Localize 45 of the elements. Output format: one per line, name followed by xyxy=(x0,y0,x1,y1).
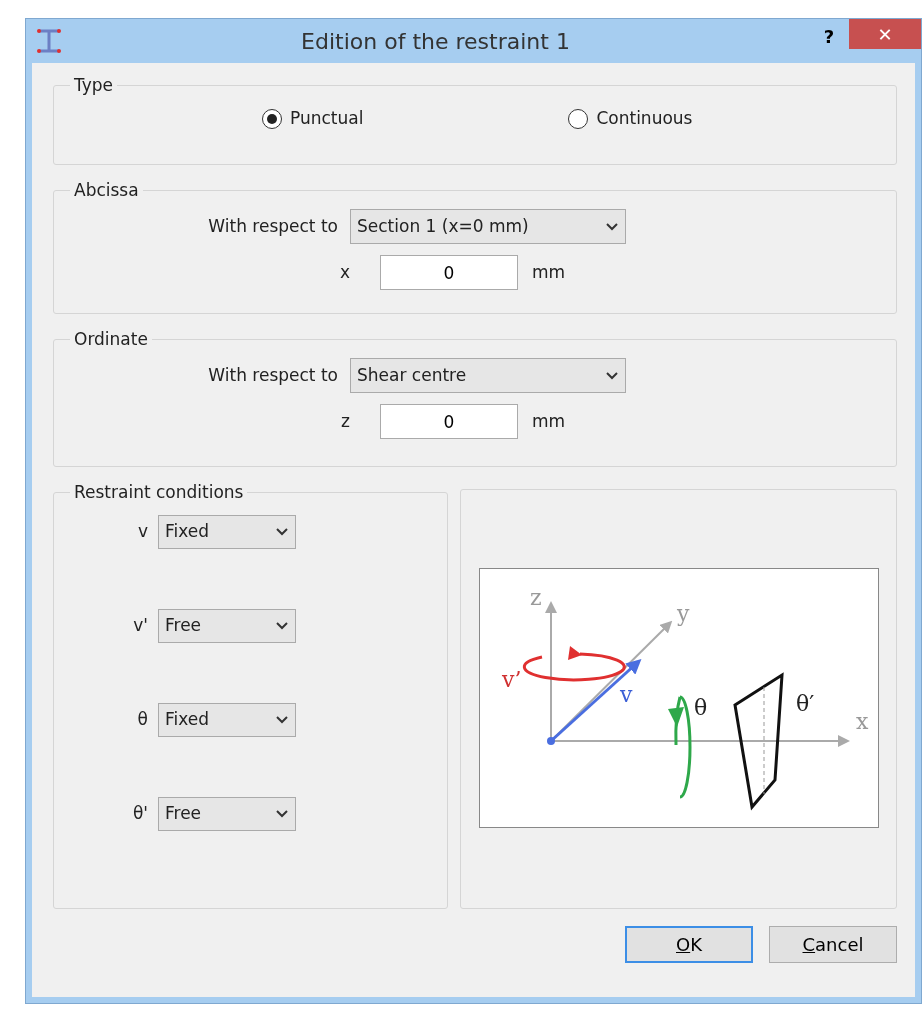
field-label: With respect to xyxy=(207,214,338,238)
condition-dropdown[interactable]: Free xyxy=(158,797,296,831)
condition-label: v' xyxy=(132,614,148,638)
beam-icon xyxy=(36,28,62,54)
help-button[interactable]: ? xyxy=(809,21,849,51)
caret-icon xyxy=(605,221,619,232)
caret-icon xyxy=(275,621,289,631)
caret-icon xyxy=(275,715,289,725)
radio-label[interactable]: Continuous xyxy=(596,106,693,132)
close-button[interactable]: ✕ xyxy=(849,19,921,49)
dof-label: θ′ xyxy=(795,691,814,716)
condition-dropdown[interactable]: Free xyxy=(158,609,296,643)
dof-label: v xyxy=(619,682,632,707)
axis-label: z xyxy=(529,585,542,610)
window-title: Edition of the restraint 1 xyxy=(300,27,571,56)
group-title: Ordinate xyxy=(73,331,149,348)
field-label: With respect to xyxy=(207,363,338,387)
condition-dropdown[interactable]: Fixed xyxy=(158,515,296,549)
reference-dropdown[interactable]: Section 1 (x=0 mm) xyxy=(350,209,626,244)
condition-dropdown[interactable]: Fixed xyxy=(158,703,296,737)
dialog-button[interactable]: Cancel xyxy=(769,926,897,963)
caret-icon xyxy=(275,809,289,819)
number-field[interactable]: 0 xyxy=(380,255,518,290)
caret-icon xyxy=(275,527,289,537)
group-title: Type xyxy=(73,77,115,94)
caret-icon xyxy=(605,370,619,381)
axis-label: y xyxy=(676,601,689,626)
condition-label: θ xyxy=(136,708,148,732)
condition-label: θ' xyxy=(131,802,148,826)
unit-label: mm xyxy=(532,260,566,284)
radio-label[interactable]: Punctual xyxy=(290,106,364,132)
condition-label: v xyxy=(136,520,148,544)
reference-dropdown[interactable]: Shear centre xyxy=(350,358,626,393)
radio-button[interactable] xyxy=(262,108,282,129)
field-label: z xyxy=(340,409,350,433)
radio-button[interactable] xyxy=(568,108,589,129)
axis-label: x xyxy=(855,709,868,734)
group-title: Abcissa xyxy=(73,182,140,199)
dialog-button[interactable]: OK xyxy=(625,926,753,963)
dof-label: θ xyxy=(693,695,707,720)
field-label: x xyxy=(338,260,350,284)
number-field[interactable]: 0 xyxy=(380,404,518,439)
unit-label: mm xyxy=(532,409,566,433)
dof-label: v’ xyxy=(501,667,521,692)
group-title: Restraint conditions xyxy=(73,484,245,501)
